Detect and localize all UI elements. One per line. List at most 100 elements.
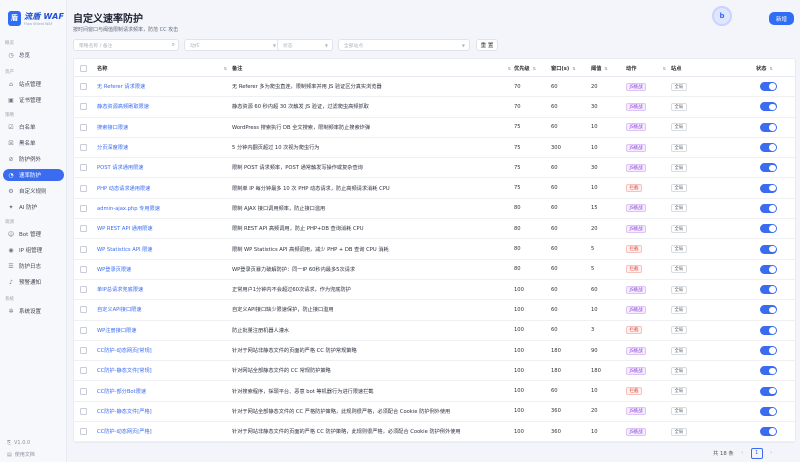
rule-name-link[interactable]: PHP 动态请求通用限速 <box>97 179 227 198</box>
docs-link[interactable]: ▤ 使用文档 <box>7 451 35 459</box>
table-row[interactable]: POST 请求通用限速 限制 POST 请求频率，POST 通常触发写操作或复杂查… <box>74 158 795 179</box>
sort-icon[interactable]: ⇅ <box>769 66 772 71</box>
sort-icon[interactable]: ⇅ <box>508 66 511 71</box>
action-select[interactable]: 动作 ▼ <box>184 39 281 51</box>
column-window[interactable]: 窗口(s) ⇅ <box>551 59 587 77</box>
sidebar-item[interactable]: ◔ 速率防护 <box>3 169 64 181</box>
rule-name-link[interactable]: 静态资源高频刷取限速 <box>97 97 227 116</box>
status-toggle[interactable] <box>760 366 777 376</box>
table-row[interactable]: WP REST API 通用限速 限制 REST API 高频调用，防止 PHP+… <box>74 219 795 240</box>
row-checkbox[interactable] <box>80 204 87 212</box>
rule-name-link[interactable]: CC防护-静态文件[常规] <box>97 361 227 380</box>
table-row[interactable]: CC防护-动态网页[严格] 针对于网站非静态文件的页面的严格 CC 防护策略，此规… <box>74 422 795 442</box>
status-toggle[interactable] <box>760 346 777 356</box>
sidebar-item[interactable]: ♪ 预警通知 <box>3 276 64 288</box>
status-toggle[interactable] <box>760 305 777 315</box>
rule-name-link[interactable]: 自定义API接口限速 <box>97 300 227 319</box>
status-toggle[interactable] <box>760 427 777 437</box>
row-checkbox[interactable] <box>80 387 87 395</box>
table-row[interactable]: PHP 动态请求通用限速 限制单 IP 每分钟最多 10 次 PHP 动态请求，防… <box>74 179 795 199</box>
table-row[interactable]: 静态资源高频刷取限速 静态资源 60 秒内超 30 次触发 JS 验证，过滤爬虫高… <box>74 97 795 118</box>
table-row[interactable]: 分页深度限速 5 分钟内翻页超过 10 次视为爬虫行为 75 300 10 JS挑战 全局 <box>74 138 795 159</box>
row-checkbox[interactable] <box>80 306 87 314</box>
rule-name-link[interactable]: 分页深度限速 <box>97 138 227 157</box>
table-row[interactable]: 搜索接口限速 WordPress 搜索执行 DB 全文搜索，限制频率防止搜索炸弹 7… <box>74 118 795 138</box>
table-row[interactable]: CC防护-动态网页[常规] 针对于网站非静态文件的页面的严格 CC 防护常规策略 1… <box>74 341 795 362</box>
rule-name-link[interactable]: 单IP总请求兜底限速 <box>97 280 227 299</box>
sidebar-item[interactable]: ☑ 白名单 <box>3 121 64 133</box>
rule-name-link[interactable]: admin-ajax.php 专用限速 <box>97 199 227 218</box>
table-row[interactable]: 自定义API接口限速 自定义API接口缺少限速保护，防止接口滥用 100 60 10 JS… <box>74 300 795 321</box>
column-threshold[interactable]: 阈值 ⇅ <box>591 59 621 77</box>
table-row[interactable]: 单IP总请求兜底限速 正常用户1分钟内不会超过60次请求，作为兜底防护 100 60 6… <box>74 280 795 301</box>
table-row[interactable]: CC防护-静态文件[严格] 针对于网站全部静态文件的 CC 严格防护策略，此规则很… <box>74 402 795 423</box>
row-checkbox[interactable] <box>80 83 87 91</box>
rule-name-link[interactable]: WP Statistics API 限速 <box>97 239 227 258</box>
rule-name-link[interactable]: CC防护-动态网页[常规] <box>97 341 227 360</box>
row-checkbox[interactable] <box>80 347 87 355</box>
rule-name-link[interactable]: CC防护-部分Bot限速 <box>97 382 227 401</box>
table-row[interactable]: CC防护-静态文件[常规] 针对网站全部静态文件的 CC 常规防护策略 100 180… <box>74 361 795 382</box>
status-toggle[interactable] <box>760 244 777 254</box>
column-name[interactable]: 名称 ⇅ <box>97 59 227 77</box>
column-priority[interactable]: 优先级 ⇅ <box>514 59 550 77</box>
status-toggle[interactable] <box>760 143 777 153</box>
status-toggle[interactable] <box>760 285 777 295</box>
row-checkbox[interactable] <box>80 326 87 334</box>
status-toggle[interactable] <box>760 386 777 396</box>
sidebar-item[interactable]: ⚙ 自定义规则 <box>3 185 64 197</box>
status-toggle[interactable] <box>760 82 777 92</box>
reset-button[interactable]: 重 置 <box>476 39 498 51</box>
sort-icon[interactable]: ⇅ <box>604 66 607 71</box>
select-all-checkbox[interactable] <box>80 64 87 72</box>
row-checkbox[interactable] <box>80 286 87 294</box>
table-row[interactable]: admin-ajax.php 专用限速 限制 AJAX 接口调用频率，防止接口滥用… <box>74 199 795 220</box>
row-checkbox[interactable] <box>80 265 87 273</box>
prev-page-button[interactable]: ‹ <box>737 448 748 459</box>
status-toggle[interactable] <box>760 203 777 213</box>
status-toggle[interactable] <box>760 163 777 173</box>
add-rule-button[interactable]: 新增 <box>769 12 794 25</box>
table-row[interactable]: WP Statistics API 限速 限制 WP Statistics API… <box>74 239 795 260</box>
sidebar-item[interactable]: ◷ 总览 <box>3 49 64 61</box>
row-checkbox[interactable] <box>80 428 87 436</box>
sort-icon[interactable]: ⇅ <box>533 66 536 71</box>
site-select[interactable]: 全部站点 ▼ <box>338 39 470 51</box>
column-action[interactable]: 动作 ⇅ <box>626 59 666 77</box>
row-checkbox[interactable] <box>80 245 87 253</box>
sidebar-item[interactable]: ▣ 证书管理 <box>3 94 64 106</box>
row-checkbox[interactable] <box>80 225 87 233</box>
rule-name-link[interactable]: CC防护-动态网页[严格] <box>97 422 227 441</box>
sidebar-item[interactable]: ☰ 防护日志 <box>3 260 64 272</box>
search-input[interactable]: 策略名称 / 备注 ⌕ <box>73 39 179 51</box>
status-toggle[interactable] <box>760 102 777 112</box>
sidebar-item[interactable]: ☒ 黑名单 <box>3 137 64 149</box>
table-row[interactable]: WP注册接口限速 防止批量注册机器人灌水 100 60 3 拦截 全局 <box>74 321 795 341</box>
rule-name-link[interactable]: CC防护-静态文件[严格] <box>97 402 227 421</box>
rule-name-link[interactable]: WP注册接口限速 <box>97 321 227 340</box>
rule-name-link[interactable]: POST 请求通用限速 <box>97 158 227 177</box>
status-toggle[interactable] <box>760 122 777 132</box>
table-row[interactable]: WP登录页限速 WP登录页暴力破解防护：同一IP 60秒内最多5次请求 80 60 5 拦… <box>74 260 795 280</box>
column-remark[interactable]: 备注 ⇅ <box>232 59 511 77</box>
sort-icon[interactable]: ⇅ <box>663 66 666 71</box>
avatar[interactable]: b <box>712 6 732 26</box>
table-row[interactable]: CC防护-部分Bot限速 针对搜索程序，採頭平台、恶意 bot 等机器行为进行限速… <box>74 382 795 402</box>
table-row[interactable]: 无 Referer 请求限速无 Referer 多为爬虫直连，限制频率并用 JS… <box>74 77 795 98</box>
sidebar-item[interactable]: ✦ AI 防护 <box>3 201 64 213</box>
rule-name-link[interactable]: WP REST API 通用限速 <box>97 219 227 238</box>
rule-name-link[interactable]: 搜索接口限速 <box>97 118 227 137</box>
row-checkbox[interactable] <box>80 123 87 131</box>
sidebar-item[interactable]: ✲ 系统设置 <box>3 305 64 317</box>
sidebar-item[interactable]: ⌂ 站点管理 <box>3 78 64 90</box>
sidebar-item[interactable]: ◉ IP 组管理 <box>3 244 64 256</box>
row-checkbox[interactable] <box>80 184 87 192</box>
row-checkbox[interactable] <box>80 103 87 111</box>
page-number-1[interactable]: 1 <box>750 447 763 459</box>
row-checkbox[interactable] <box>80 164 87 172</box>
row-checkbox[interactable] <box>80 367 87 375</box>
row-checkbox[interactable] <box>80 144 87 152</box>
status-toggle[interactable] <box>760 406 777 416</box>
status-toggle[interactable] <box>760 224 777 234</box>
status-select[interactable]: 状态 ▼ <box>277 39 333 51</box>
